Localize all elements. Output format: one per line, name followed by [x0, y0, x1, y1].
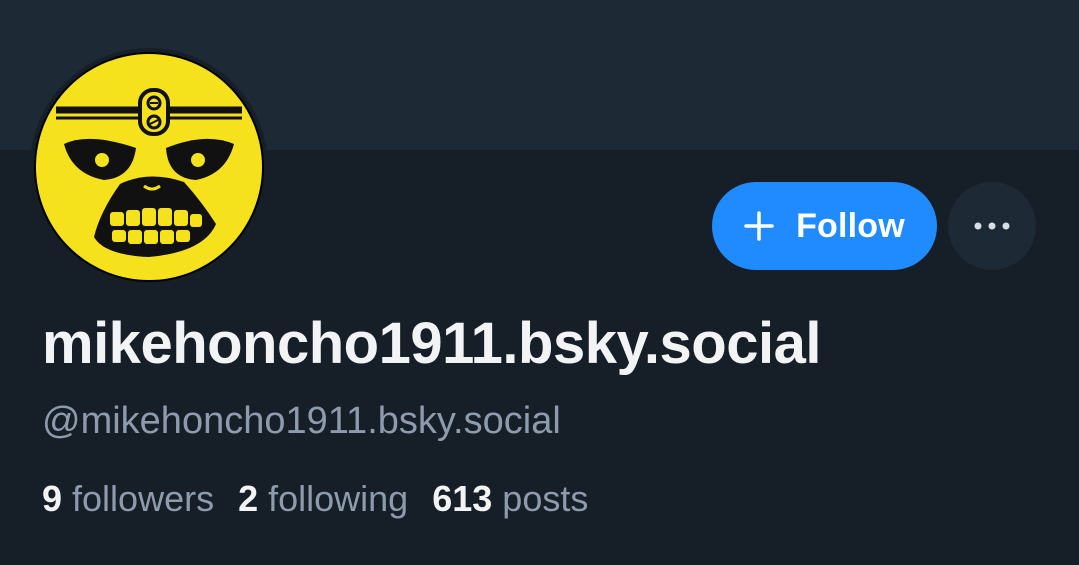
followers-label: followers — [72, 478, 215, 519]
skull-face-avatar-icon — [34, 52, 264, 282]
following-stat[interactable]: 2 following — [238, 478, 408, 520]
followers-stat[interactable]: 9 followers — [42, 478, 214, 520]
posts-stat: 613 posts — [432, 478, 588, 520]
ellipsis-icon — [974, 222, 1010, 230]
display-name: mikehoncho1911.bsky.social — [42, 311, 821, 376]
following-label: following — [268, 478, 409, 519]
avatar[interactable] — [30, 48, 268, 286]
profile-handle: @mikehoncho1911.bsky.social — [42, 400, 561, 442]
follow-button[interactable]: Follow — [712, 182, 937, 270]
follow-label: Follow — [796, 206, 905, 245]
followers-count: 9 — [42, 478, 63, 519]
more-options-button[interactable] — [948, 182, 1036, 270]
posts-label: posts — [502, 478, 589, 519]
profile-page: Follow mikehoncho1911.bsky.social @mikeh… — [0, 0, 1079, 565]
profile-stats: 9 followers 2 following 613 posts — [42, 478, 588, 520]
plus-icon — [744, 211, 774, 241]
posts-count: 613 — [432, 478, 493, 519]
following-count: 2 — [238, 478, 259, 519]
